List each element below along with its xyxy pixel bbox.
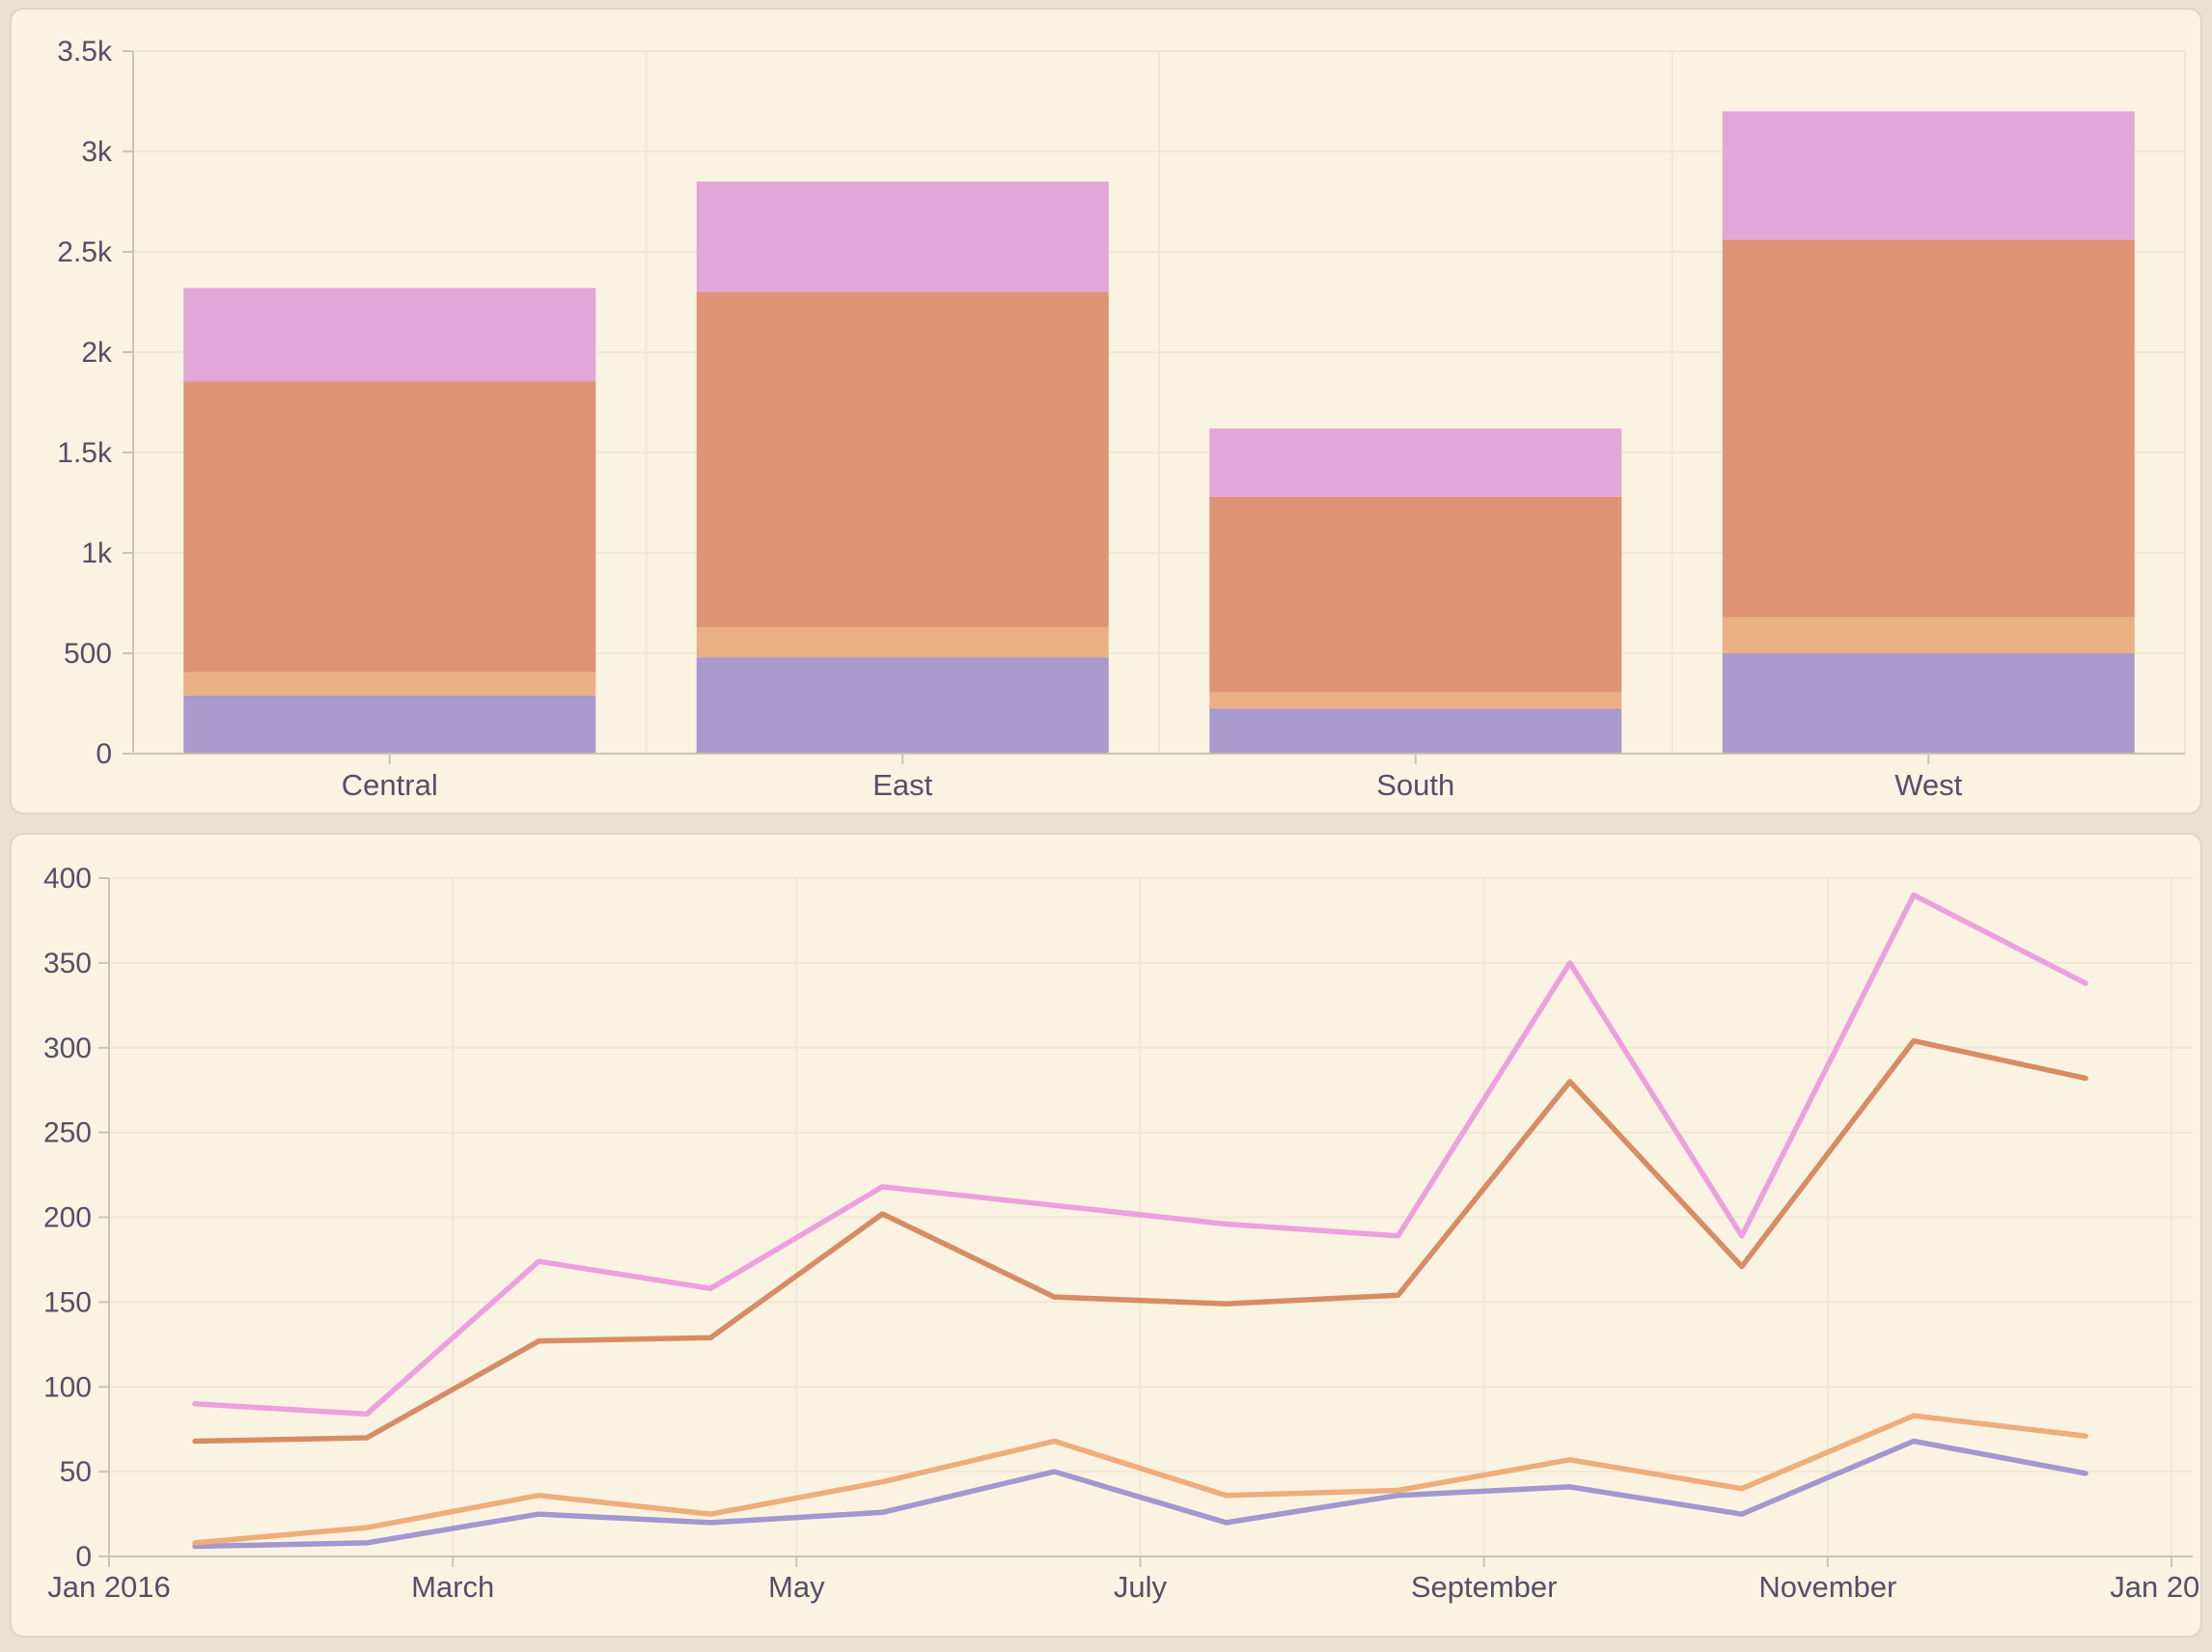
stacked-bar-central <box>183 288 595 754</box>
y-tick-label: 2k <box>81 337 113 369</box>
category-label: East <box>872 768 932 802</box>
stacked-bar-east <box>697 181 1109 754</box>
y-tick-label: 100 <box>43 1371 92 1403</box>
bar-segment-purple-segment <box>697 657 1109 754</box>
y-tick-label: 2.5k <box>57 236 113 268</box>
stacked-bar-chart: Central East South West 0 500 1k 1.5k 2k 2.5k 3k 3.… <box>12 10 2200 812</box>
bar-segment-tan-segment <box>1723 618 2135 653</box>
line-chart: 0 50 100 150 200 250 300 350 400 Jan 2016 March May… <box>12 835 2200 1636</box>
stacked-bar-south <box>1209 428 1621 754</box>
bar-segment-salmon-segment <box>697 292 1109 627</box>
y-tick-label: 200 <box>43 1202 92 1234</box>
bar-segment-salmon-segment <box>1209 497 1621 693</box>
bar-segment-tan-segment <box>183 673 595 696</box>
y-tick-label: 0 <box>96 738 112 770</box>
x-tick-label: Jan 2016 <box>47 1570 171 1604</box>
x-tick-label: March <box>411 1570 494 1604</box>
y-tick-label: 3.5k <box>57 36 113 68</box>
stacked-bar-chart-card: Central East South West 0 500 1k 1.5k 2k 2.5k 3k 3.… <box>10 8 2202 814</box>
y-tick-label: 400 <box>43 863 92 895</box>
bar-segment-purple-segment <box>1209 708 1621 754</box>
category-label: Central <box>342 768 438 802</box>
y-tick-label: 50 <box>60 1456 92 1488</box>
stacked-bar-west <box>1723 111 2135 754</box>
y-tick-label: 1k <box>81 537 113 569</box>
y-tick-label: 350 <box>43 948 92 979</box>
bar-segment-salmon-segment <box>1723 240 2135 618</box>
x-tick-label: May <box>768 1570 825 1604</box>
bar-segment-plum-segment <box>1209 428 1621 497</box>
category-label: West <box>1894 768 1962 802</box>
y-tick-label: 500 <box>64 638 112 670</box>
bar-segment-purple-segment <box>1723 653 2135 754</box>
line-chart-card: 0 50 100 150 200 250 300 350 400 Jan 2016 March May… <box>10 833 2202 1638</box>
bar-plot-area: Central East South West 0 500 1k 1.5k 2k 2.5k 3k 3.… <box>57 36 2185 802</box>
bar-segment-tan-segment <box>1209 693 1621 709</box>
bar-segment-plum-segment <box>697 181 1109 291</box>
bar-segment-tan-segment <box>697 627 1109 657</box>
y-tick-label: 150 <box>43 1286 92 1318</box>
x-tick-label: September <box>1411 1570 1558 1604</box>
y-tick-label: 0 <box>75 1541 92 1573</box>
bar-segment-salmon-segment <box>183 381 595 673</box>
x-tick-label: November <box>1758 1570 1896 1604</box>
line-plot-area: 0 50 100 150 200 250 300 350 400 Jan 2016 March May… <box>43 863 2200 1604</box>
bar-segment-plum-segment <box>1723 111 2135 239</box>
y-tick-label: 250 <box>43 1117 92 1149</box>
y-tick-label: 1.5k <box>57 437 113 469</box>
category-label: South <box>1376 768 1454 802</box>
y-tick-label: 300 <box>43 1032 92 1064</box>
bar-segment-plum-segment <box>183 288 595 381</box>
x-tick-label: Jan 2017 <box>2110 1570 2200 1604</box>
y-tick-label: 3k <box>81 136 113 168</box>
x-tick-label: July <box>1114 1570 1168 1604</box>
bar-segment-purple-segment <box>183 696 595 754</box>
